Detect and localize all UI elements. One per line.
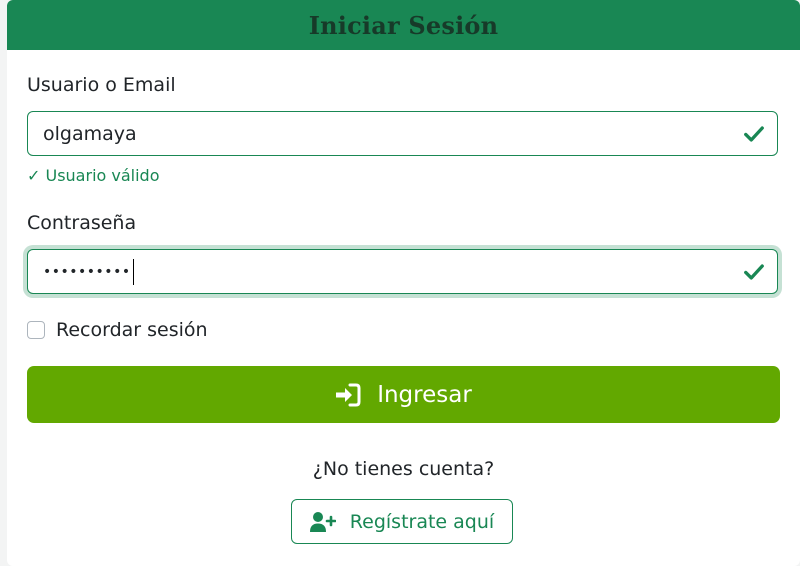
password-field[interactable]: ••••••••••: [27, 249, 778, 294]
card-header: Iniciar Sesión: [7, 0, 800, 50]
check-icon: [744, 263, 764, 280]
password-mask: ••••••••••: [43, 263, 131, 280]
text-caret: [132, 258, 134, 285]
password-value: ••••••••••: [43, 258, 743, 285]
remember-label[interactable]: Recordar sesión: [56, 319, 208, 341]
username-value: olgamaya: [43, 122, 137, 145]
page-title: Iniciar Sesión: [308, 10, 499, 40]
register-button-label: Regístrate aquí: [349, 510, 495, 533]
sign-in-icon: [336, 383, 361, 406]
no-account-text: ¿No tienes cuenta?: [312, 458, 495, 480]
username-valid-feedback: ✓ Usuario válido: [27, 166, 160, 185]
password-label: Contraseña: [27, 212, 137, 234]
login-button-label: Ingresar: [377, 381, 472, 408]
check-icon: [744, 125, 764, 142]
register-button[interactable]: Regístrate aquí: [291, 499, 513, 544]
username-field[interactable]: olgamaya: [27, 111, 778, 156]
login-card: Iniciar Sesión Usuario o Email olgamaya …: [7, 0, 800, 566]
username-label: Usuario o Email: [27, 74, 176, 96]
login-button[interactable]: Ingresar: [27, 366, 780, 423]
user-plus-icon: [309, 511, 336, 532]
remember-row: Recordar sesión: [27, 319, 208, 341]
remember-checkbox[interactable]: [27, 321, 45, 339]
